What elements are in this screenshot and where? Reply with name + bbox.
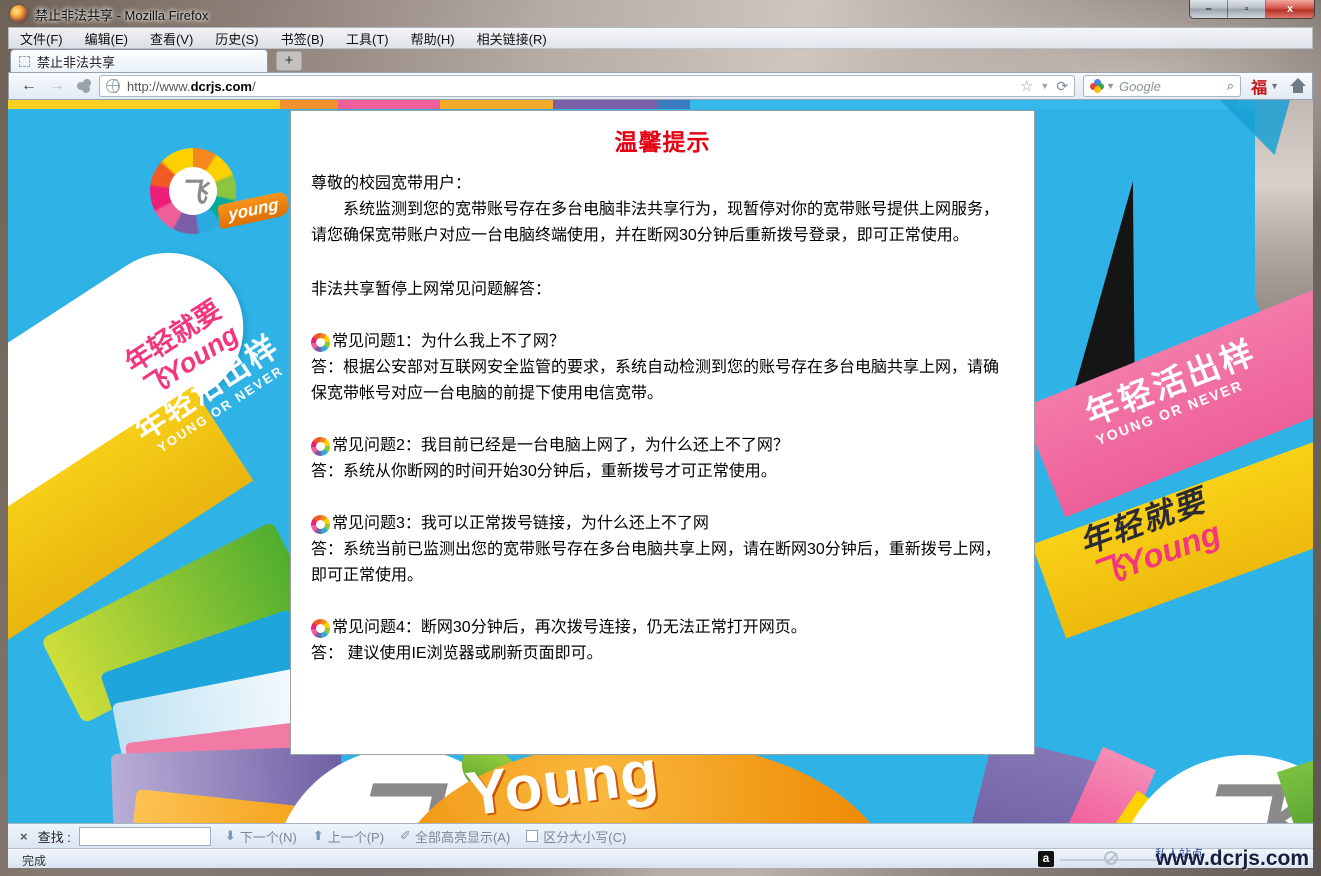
pinwheel-icon: [311, 333, 330, 352]
navigation-toolbar: ← → http://www.dcrjs.com/ ☆ ▼ ⟳ ▼ ⌕ 福 ▼: [8, 72, 1313, 100]
fu-dropdown-icon: ▼: [1270, 81, 1279, 91]
feiyoung-logo-fly-glyph: 飞: [169, 167, 217, 215]
tab-strip: 禁止非法共享 +: [8, 49, 1313, 73]
search-box[interactable]: ▼ ⌕: [1083, 75, 1241, 97]
faq-answer: 答：系统从你断网的时间开始30分钟后，重新拨号才可正常使用。: [311, 459, 1014, 485]
browser-window: 禁止非法共享 - Mozilla Firefox – ▫ x 文件(F) 编辑(…: [0, 0, 1321, 876]
down-arrow-icon: ⬇: [225, 828, 236, 844]
search-input[interactable]: [1119, 79, 1227, 94]
firefox-icon: [10, 5, 28, 23]
notice-intro: 系统监测到您的宽带账号存在多台电脑非法共享行为，现暂停对你的宽带账号提供上网服务…: [311, 197, 1014, 249]
faq-question: 常见问题3：我可以正常拨号链接，为什么还上不了网: [332, 511, 709, 537]
find-bar: × 查找 : ⬇ 下一个(N) ⬆ 上一个(P) ✐ 全部高亮显示(A) 区分大…: [8, 823, 1313, 848]
rainbow-segment: [338, 100, 440, 109]
watermark-text: www.dcrjs.com: [1156, 847, 1309, 871]
menu-related-links[interactable]: 相关链接(R): [466, 27, 558, 50]
tab-active[interactable]: 禁止非法共享: [10, 49, 268, 73]
back-button[interactable]: ←: [15, 77, 43, 95]
notice-title: 温馨提示: [311, 123, 1014, 157]
menu-tools[interactable]: 工具(T): [335, 27, 400, 50]
pinwheel-icon: [311, 515, 330, 534]
menu-help[interactable]: 帮助(H): [400, 27, 466, 50]
faq-item-2: 常见问题2：我目前已经是一台电脑上网了，为什么还上不了网？ 答：系统从你断网的时…: [311, 433, 1014, 485]
pinwheel-icon: [311, 619, 330, 638]
rainbow-segment: [658, 100, 690, 109]
find-input[interactable]: [79, 827, 211, 846]
home-icon[interactable]: [1289, 79, 1306, 93]
faq-question: 常见问题2：我目前已经是一台电脑上网了，为什么还上不了网？: [332, 433, 789, 459]
faq-question: 常见问题4：断网30分钟后，再次拨号连接，仍无法正常打开网页。: [332, 615, 807, 641]
url-dropdown-icon[interactable]: ▼: [1040, 81, 1049, 91]
site-identity-globe-icon[interactable]: [106, 79, 120, 93]
url-text[interactable]: http://www.dcrjs.com/: [127, 79, 1020, 94]
find-label: 查找 :: [38, 827, 71, 846]
search-icon[interactable]: ⌕: [1227, 78, 1234, 94]
bookmark-star-icon[interactable]: ☆: [1020, 77, 1033, 95]
fu-addon-button[interactable]: 福 ▼: [1251, 74, 1279, 98]
menu-edit[interactable]: 编辑(E): [74, 27, 139, 50]
rainbow-segment: [8, 100, 280, 109]
status-text: 完成: [22, 852, 46, 869]
highlighter-icon: ✐: [400, 828, 411, 844]
page-viewport: 飞 young 年轻就要 飞Young 年轻活出样 YOUNG OR NEVER…: [8, 100, 1313, 823]
menu-file[interactable]: 文件(F): [9, 27, 74, 50]
notice-greeting: 尊敬的校园宽带用户：: [311, 171, 1014, 197]
tab-groups-icon[interactable]: [77, 79, 93, 93]
match-case-checkbox[interactable]: 区分大小写(C): [526, 827, 626, 846]
minimize-button[interactable]: –: [1190, 0, 1228, 18]
rainbow-segment: [690, 100, 1238, 109]
text-zoom-icon[interactable]: a: [1038, 851, 1054, 867]
window-controls: – ▫ x: [1189, 0, 1315, 19]
menu-bookmarks[interactable]: 书签(B): [270, 27, 335, 50]
faq-answer: 答：系统当前已监测出您的宽带账号存在多台电脑共享上网，请在断网30分钟后，重新拨…: [311, 537, 1014, 589]
title-bar: 禁止非法共享 - Mozilla Firefox – ▫ x: [0, 0, 1321, 28]
notice-panel: 温馨提示 尊敬的校园宽带用户： 系统监测到您的宽带账号存在多台电脑非法共享行为，…: [290, 110, 1035, 755]
tab-favicon-placeholder: [19, 56, 30, 67]
pinwheel-icon: [311, 437, 330, 456]
menu-history[interactable]: 历史(S): [204, 27, 269, 50]
forward-button[interactable]: →: [43, 77, 71, 95]
faq-answer: 答： 建议使用IE浏览器或刷新页面即可。: [311, 641, 1014, 667]
maximize-button[interactable]: ▫: [1228, 0, 1266, 18]
highlight-all-label: 全部高亮显示(A): [415, 827, 510, 846]
checkbox-icon[interactable]: [526, 830, 538, 842]
url-bar[interactable]: http://www.dcrjs.com/ ☆ ▼ ⟳: [99, 75, 1075, 97]
find-prev-label: 上一个(P): [328, 827, 384, 846]
faq-question: 常见问题1：为什么我上不了网？: [332, 329, 565, 355]
rainbow-strip: [8, 100, 1313, 109]
menu-view[interactable]: 查看(V): [139, 27, 204, 50]
find-next-label: 下一个(N): [240, 827, 297, 846]
close-button[interactable]: x: [1266, 0, 1314, 18]
find-close-icon[interactable]: ×: [8, 829, 38, 844]
google-logo-icon[interactable]: [1090, 79, 1104, 93]
rainbow-segment: [280, 100, 338, 109]
up-arrow-icon: ⬆: [313, 828, 324, 844]
faq-heading: 非法共享暂停上网常见问题解答：: [311, 277, 1014, 303]
rainbow-segment: [440, 100, 553, 109]
highlight-all-button[interactable]: ✐ 全部高亮显示(A): [400, 827, 510, 846]
rainbow-segment: [553, 100, 658, 109]
fu-icon: 福: [1251, 74, 1267, 98]
find-prev-button[interactable]: ⬆ 上一个(P): [313, 827, 384, 846]
new-tab-button[interactable]: +: [276, 51, 302, 71]
faq-item-3: 常见问题3：我可以正常拨号链接，为什么还上不了网 答：系统当前已监测出您的宽带账…: [311, 511, 1014, 589]
menu-bar: 文件(F) 编辑(E) 查看(V) 历史(S) 书签(B) 工具(T) 帮助(H…: [8, 27, 1313, 49]
url-prefix: http://www.: [127, 79, 191, 94]
status-bar: 完成 a 私人站点 www.dcrjs.com: [8, 848, 1313, 868]
block-icon[interactable]: [1104, 851, 1118, 865]
find-next-button[interactable]: ⬇ 下一个(N): [225, 827, 297, 846]
tab-label: 禁止非法共享: [37, 52, 115, 71]
faq-item-4: 常见问题4：断网30分钟后，再次拨号连接，仍无法正常打开网页。 答： 建议使用I…: [311, 615, 1014, 667]
match-case-label: 区分大小写(C): [543, 827, 626, 846]
faq-answer: 答：根据公安部对互联网安全监管的要求，系统自动检测到您的账号存在多台电脑共享上网…: [311, 355, 1014, 407]
faq-item-1: 常见问题1：为什么我上不了网？ 答：根据公安部对互联网安全监管的要求，系统自动检…: [311, 329, 1014, 407]
url-domain: dcrjs.com: [191, 79, 252, 94]
window-title: 禁止非法共享 - Mozilla Firefox: [35, 5, 208, 24]
reload-icon[interactable]: ⟳: [1056, 78, 1068, 95]
search-engine-dropdown-icon[interactable]: ▼: [1106, 81, 1115, 91]
url-suffix: /: [252, 79, 256, 94]
